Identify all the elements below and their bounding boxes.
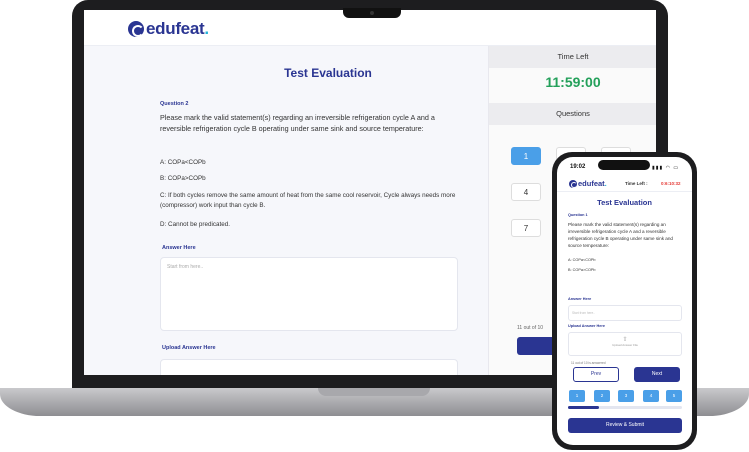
answer-label: Answer Here (162, 245, 196, 251)
timer: 0:6:10:32 (661, 181, 681, 186)
timer: 11:59:00 (545, 74, 601, 90)
question-label: Question 1 (568, 213, 588, 217)
question-text: Please mark the valid statement(s) regar… (160, 113, 435, 133)
question-text: Please mark the valid statement(s) regar… (568, 222, 673, 248)
logo-dot: . (604, 179, 607, 188)
option-a: A: COPa<COPb (160, 159, 206, 166)
next-button[interactable]: Next (634, 367, 680, 382)
option-b: B: COPa>COPb (160, 175, 206, 182)
question-button-4[interactable]: 4 (511, 183, 541, 201)
question-panel: Test Evaluation Question 2 Please mark t… (84, 46, 488, 375)
status-icons: ▮▮▮ ◠ ▭ (652, 165, 680, 171)
option-a: A: COPa<COPb (568, 258, 596, 262)
upload-hint: Upload Answer File (612, 343, 638, 347)
prev-button[interactable]: Prev (573, 367, 619, 382)
option-c: C: If both cycles remove the same amount… (160, 192, 456, 209)
status-clock: 19:02 (570, 164, 586, 170)
upload-label: Upload Answer Here (162, 345, 216, 351)
phone-dynamic-island (598, 160, 650, 170)
device-mockup: edufeat. Test Evaluation Question 2 Plea… (0, 0, 749, 452)
question-button-2[interactable]: 2 (594, 390, 610, 402)
attempted-count: 11 out of 10 (517, 325, 544, 331)
logo-icon (569, 179, 577, 188)
upload-label: Upload Answer Here (568, 324, 605, 328)
time-left-header: Time Left (489, 46, 656, 68)
laptop-groove (318, 388, 430, 396)
question-button-1[interactable]: 1 (569, 390, 585, 402)
attempted-count: 11 out of 10 is answered (571, 361, 606, 365)
time-left-label: Time Left : (625, 181, 648, 186)
question-button-7[interactable]: 7 (511, 219, 541, 237)
question-button-5[interactable]: 5 (666, 390, 682, 402)
upload-dropzone[interactable]: ⇧ Upload Answer File (568, 332, 682, 356)
question-button-4[interactable]: 4 (643, 390, 659, 402)
logo-text: edufeat (578, 179, 605, 188)
divider (557, 191, 692, 192)
answer-textarea[interactable]: Start from here.. (160, 257, 458, 331)
camera-icon (370, 11, 374, 15)
answer-label: Answer Here (568, 297, 592, 301)
phone-screen: 19:02 ▮▮▮ ◠ ▭ edufeat. Time Left : 0:6:1… (557, 157, 692, 445)
logo-icon (128, 21, 144, 37)
upload-dropzone[interactable] (160, 359, 458, 375)
edufeat-logo[interactable]: edufeat. (128, 19, 209, 39)
answer-placeholder: Start from here.. (572, 311, 596, 315)
questions-header: Questions (489, 103, 656, 125)
question-label: Question 2 (160, 101, 189, 107)
page-title: Test Evaluation (597, 198, 652, 207)
upload-icon: ⇧ (622, 337, 628, 343)
logo-text: edufeat (146, 19, 205, 38)
answer-textarea[interactable]: Start from here.. (568, 305, 682, 321)
option-d: D: Cannot be predicated. (160, 221, 231, 228)
progress-bar (568, 406, 682, 409)
answer-placeholder: Start from here.. (167, 264, 204, 270)
question-button-1[interactable]: 1 (511, 147, 541, 165)
laptop-notch (343, 8, 401, 18)
progress-fill (568, 406, 599, 409)
option-b: B: COPa>COPb (568, 268, 596, 272)
question-button-3[interactable]: 3 (618, 390, 634, 402)
review-submit-button[interactable]: Review & Submit (568, 418, 682, 433)
edufeat-logo-mobile[interactable]: edufeat. (569, 179, 607, 188)
logo-dot: . (204, 19, 209, 38)
